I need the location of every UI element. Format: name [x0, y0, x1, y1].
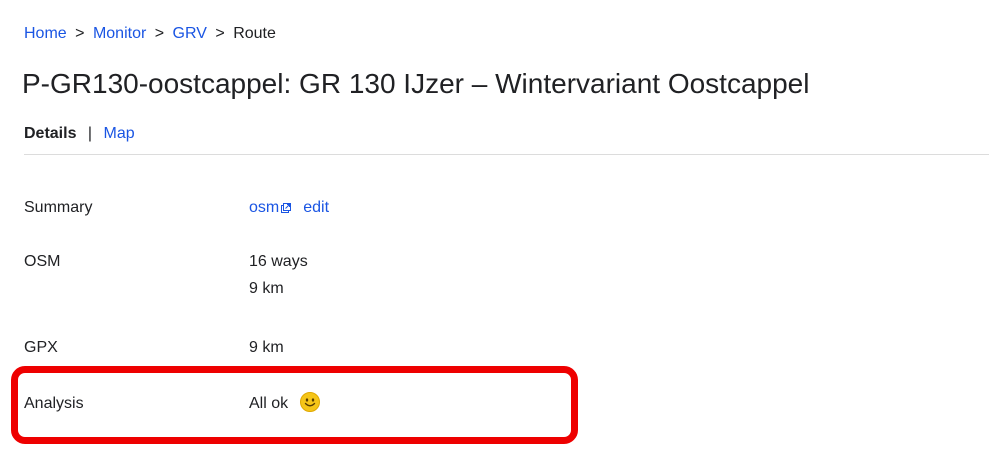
breadcrumb-grv-link[interactable]: GRV	[173, 25, 207, 42]
tab-details: Details	[24, 125, 77, 142]
summary-label: Summary	[24, 199, 93, 216]
tab-separator: |	[87, 125, 93, 142]
breadcrumb-current: Route	[233, 25, 276, 42]
summary-value: osm edit	[249, 194, 329, 221]
osm-link[interactable]: osm	[249, 199, 279, 216]
tab-bar: Details | Map	[24, 124, 135, 144]
analysis-status: All ok	[249, 395, 289, 412]
osm-distance: 9 km	[249, 280, 284, 297]
external-link-icon	[281, 203, 292, 213]
analysis-label: Analysis	[24, 395, 84, 412]
breadcrumb-separator: >	[215, 25, 225, 42]
gpx-distance: 9 km	[249, 339, 284, 356]
breadcrumb-separator: >	[75, 25, 85, 42]
osm-value: 16 ways 9 km	[249, 248, 308, 302]
osm-label: OSM	[24, 253, 61, 270]
smiley-face-icon	[300, 392, 321, 412]
breadcrumb-home-link[interactable]: Home	[24, 25, 67, 42]
divider	[24, 154, 989, 155]
breadcrumb-separator: >	[154, 25, 165, 42]
osm-ways: 16 ways	[249, 253, 308, 270]
page-title: P-GR130-oostcappel: GR 130 IJzer – Winte…	[22, 68, 810, 99]
edit-link[interactable]: edit	[303, 199, 329, 216]
breadcrumb: Home > Monitor > GRV > Route	[24, 24, 276, 44]
gpx-label: GPX	[24, 339, 58, 356]
tab-map[interactable]: Map	[104, 125, 135, 142]
breadcrumb-monitor-link[interactable]: Monitor	[93, 25, 146, 42]
analysis-value: All ok	[249, 390, 321, 417]
